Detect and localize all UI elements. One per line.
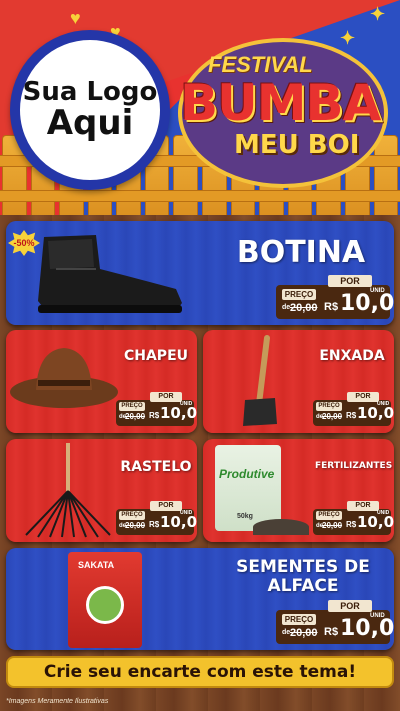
product-card-fertilizantes[interactable]: Produtive 50kg FERTILIZANTES POR PREÇO d… <box>203 439 394 542</box>
hat-image <box>10 348 118 408</box>
price-tag: POR PREÇO de 20,00 R$ 10,00 UNID <box>116 392 197 426</box>
price-unit: UNID <box>370 613 385 619</box>
seed-package-image: SAKATA <box>68 552 142 648</box>
price-preco-label: PREÇO <box>282 614 316 625</box>
product-card-enxada[interactable]: ENXADA POR PREÇO de 20,00 R$ 10,00 UNID <box>203 330 394 433</box>
price-tag: POR PREÇO de 20,00 R$ 10,00 UNID <box>313 501 394 535</box>
footnote: *Imagens Meramente Ilustrativas <box>6 698 109 705</box>
price-preco-label: PREÇO <box>282 289 316 300</box>
product-card-rastelo[interactable]: RASTELO POR PREÇO de 20,00 R$ 10,00 UNID <box>6 439 197 542</box>
bumba-title: BUMBA <box>180 74 381 132</box>
price-old: 20,00 <box>290 302 318 314</box>
price-currency: R$ <box>324 626 339 638</box>
product-title: CHAPEU <box>123 348 189 364</box>
flyer: ♥ ♥ ✦ ✦ Sua Logo Aqui FESTIVAL BUMBA MEU… <box>0 0 400 711</box>
price-value: 10,00 <box>340 291 394 316</box>
price-por-label: POR <box>347 392 379 402</box>
price-tag: POR PREÇO de 20,00 R$ 10,00 UNID <box>276 600 394 644</box>
fertilizer-brand: Produtive <box>219 467 275 481</box>
product-title: RASTELO <box>120 459 192 475</box>
price-unit: UNID <box>370 288 385 294</box>
price-por-label: POR <box>150 392 182 402</box>
product-title: BOTINA <box>236 235 366 270</box>
price-currency: R$ <box>324 301 339 313</box>
price-currency: R$ <box>149 411 160 420</box>
price-old: 20,00 <box>125 521 146 530</box>
price-tag: POR PREÇO de 20,00 R$ 10,00 UNID <box>313 392 394 426</box>
logo-line-2: Aqui <box>46 102 134 143</box>
price-preco-label: PREÇO <box>316 511 342 520</box>
price-por-label: POR <box>150 501 182 511</box>
price-unit: UNID <box>377 401 390 407</box>
price-de-label: de <box>282 304 291 311</box>
price-preco-label: PREÇO <box>316 402 342 411</box>
price-currency: R$ <box>346 411 357 420</box>
product-card-chapeu[interactable]: CHAPEU POR PREÇO de 20,00 R$ 10,00 UNID <box>6 330 197 433</box>
boot-image <box>38 235 182 313</box>
fertilizer-weight: 50kg <box>237 513 253 520</box>
product-title-line-1: SEMENTES DE <box>236 557 370 577</box>
star-icon: ✦ <box>340 28 356 48</box>
product-title: SEMENTES DE ALFACE <box>220 558 386 596</box>
logo-placeholder[interactable]: Sua Logo Aqui <box>10 30 170 190</box>
price-old: 20,00 <box>125 412 146 421</box>
price-currency: R$ <box>149 520 160 529</box>
cta-banner[interactable]: Crie seu encarte com este tema! <box>6 656 394 688</box>
lettuce-icon <box>86 586 124 624</box>
price-por-label: POR <box>347 501 379 511</box>
price-por-label: POR <box>328 600 372 612</box>
product-title: ENXADA <box>319 348 385 364</box>
price-unit: UNID <box>180 510 193 516</box>
price-de-label: de <box>282 629 291 636</box>
product-title-line-2: ALFACE <box>267 576 339 596</box>
meu-boi-title: MEU BOI <box>234 130 360 160</box>
price-tag: POR PREÇO de 20,00 R$ 10,00 UNID <box>276 275 394 319</box>
price-currency: R$ <box>346 520 357 529</box>
heart-icon: ♥ <box>70 8 81 28</box>
price-value: 10,00 <box>340 616 394 641</box>
price-unit: UNID <box>180 401 193 407</box>
seed-brand: SAKATA <box>78 560 115 570</box>
price-unit: UNID <box>377 510 390 516</box>
price-por-label: POR <box>328 275 372 287</box>
logo-line-1: Sua Logo <box>22 76 158 107</box>
product-card-botina[interactable]: BOTINA POR PREÇO de 20,00 R$ 10,00 UNID <box>6 221 394 325</box>
price-tag: POR PREÇO de 20,00 R$ 10,00 UNID <box>116 501 197 535</box>
fertilizer-bag-image: Produtive 50kg <box>215 445 281 531</box>
price-old: 20,00 <box>290 627 318 639</box>
price-old: 20,00 <box>322 412 343 421</box>
star-icon: ✦ <box>370 4 386 24</box>
price-preco-label: PREÇO <box>119 402 145 411</box>
product-card-sementes[interactable]: SAKATA SEMENTES DE ALFACE POR PREÇO de 2… <box>6 548 394 650</box>
product-title: FERTILIZANTES <box>315 461 393 471</box>
rake-image <box>25 443 111 538</box>
price-old: 20,00 <box>322 521 343 530</box>
price-preco-label: PREÇO <box>119 511 145 520</box>
soil-pile-image <box>253 519 309 535</box>
hoe-image <box>243 335 277 426</box>
